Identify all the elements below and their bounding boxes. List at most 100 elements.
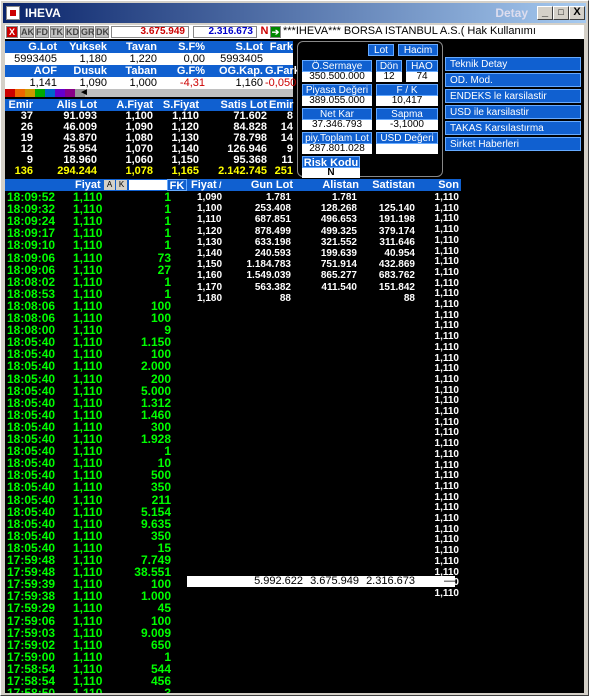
minimize-button[interactable]: _ <box>537 6 553 20</box>
volume-satistan: 683.762 <box>378 270 415 282</box>
toolbar-close-button[interactable]: X <box>6 26 18 38</box>
trade-lot: 211 <box>151 492 171 507</box>
trade-price: 1,110 <box>73 274 103 289</box>
son-cell: 1,110 <box>434 224 459 236</box>
trade-time: 18:05:40 <box>7 516 56 531</box>
trade-lot: 1.460 <box>140 407 171 422</box>
volume-price: 1,140 <box>197 248 223 259</box>
trades-filter-input[interactable] <box>129 180 167 190</box>
trade-time: 17:58:50 <box>7 687 55 693</box>
tab-ak[interactable]: AK <box>20 26 34 38</box>
trade-price: 1,110 <box>73 637 103 652</box>
volume-alistan: 321.552 <box>320 236 357 248</box>
trade-price: 1,110 <box>73 625 103 640</box>
trade-row: 17:59:02 1,110 650 <box>5 639 185 651</box>
trade-price: 1,110 <box>73 516 103 531</box>
title-bar[interactable]: IHEVA Detay _ □ X <box>3 3 586 23</box>
volume-price: 1,110 <box>197 214 222 226</box>
trade-price: 1,110 <box>73 238 103 253</box>
spread-bar-segment <box>25 89 35 97</box>
trade-time: 17:59:00 <box>7 649 56 664</box>
hacim-button[interactable]: Hacim <box>398 44 438 56</box>
trade-row: 18:05:40 1,110 2.000 <box>5 360 185 372</box>
menu-item[interactable]: OD. Mod. <box>445 73 581 87</box>
trade-lot: 9.009 <box>140 625 171 640</box>
usd-label[interactable]: USD Değeri <box>376 132 438 144</box>
depth-total-cell: 294.244 <box>57 165 97 177</box>
volume-header-cell[interactable]: Gun Lot <box>227 179 293 191</box>
son-cell: 1,110 <box>434 438 459 450</box>
trade-lot: 27 <box>157 262 171 277</box>
menu-item[interactable]: Teknik Detay <box>445 57 581 71</box>
volume-gun-lot: 1.184.783 <box>246 259 292 271</box>
piyasa-value: 389.055.000 <box>302 96 372 106</box>
son-cell: 1,110 <box>434 266 459 278</box>
spread-bar-segment <box>65 89 75 97</box>
lot-button[interactable]: Lot <box>368 44 394 56</box>
spread-bar-segment <box>5 89 15 97</box>
trade-row: 18:08:02 1,110 1 <box>5 276 185 288</box>
son-cell: 1,110 <box>434 555 459 567</box>
tab-kd[interactable]: KD <box>65 26 79 38</box>
maximize-button[interactable]: □ <box>553 6 569 20</box>
tab-fd[interactable]: FD <box>35 26 49 38</box>
trade-row: 18:05:40 1,110 5.000 <box>5 385 185 397</box>
toplam-value: 287.801.028 <box>302 144 372 154</box>
volume-price: 1,180 <box>197 292 223 304</box>
volume-row: 1,170 563.382 411.540 151.842 <box>187 282 419 293</box>
son-cell: 1,110 <box>434 587 459 599</box>
volume-price: 1,130 <box>197 236 223 248</box>
tab-gr[interactable]: GR <box>80 26 95 38</box>
trade-time: 18:05:40 <box>7 492 56 507</box>
volume-price: 1,150 <box>197 259 223 271</box>
trade-lot: 9.635 <box>140 516 171 531</box>
arrow-left-icon[interactable]: ◄ <box>79 87 89 98</box>
volume-row: 1,140 240.593 199.639 40.954 <box>187 248 419 259</box>
son-cell: 1,110 <box>434 545 459 557</box>
volume-alistan: 199.639 <box>320 248 357 259</box>
window-title: IHEVA <box>25 6 61 20</box>
son-cell: 1,110 <box>434 320 459 332</box>
trade-lot: 1.312 <box>140 395 171 410</box>
volume-price: 1,120 <box>197 225 223 237</box>
stats-header-cell: S.F% <box>178 41 205 53</box>
son-cell: 1,110 <box>434 480 459 492</box>
trade-row: 18:05:40 1,110 200 <box>5 373 185 385</box>
menu-item[interactable]: USD ile karsilastir <box>445 105 581 119</box>
volume-price: 1,100 <box>197 203 223 215</box>
close-button[interactable]: X <box>569 6 585 20</box>
volume-alistan: 1.781 <box>331 192 357 203</box>
menu-item[interactable]: ENDEKS le karsilastir <box>445 89 581 103</box>
trade-time: 17:59:29 <box>7 601 56 616</box>
volume-gun-lot: 563.382 <box>254 281 291 293</box>
menu-item[interactable]: Sirket Haberleri <box>445 137 581 151</box>
trade-time: 18:05:40 <box>7 407 56 422</box>
son-cell: 1,110 <box>434 470 459 482</box>
sort-a-button[interactable]: A <box>104 180 115 190</box>
volume-header-cell[interactable]: Alistan <box>293 179 359 191</box>
trade-lot: 1 <box>164 238 171 253</box>
volume-gun-lot: 1.781 <box>265 192 291 203</box>
menu-item[interactable]: TAKAS Karsılastırma <box>445 121 581 135</box>
sort-k-button[interactable]: K <box>116 180 127 190</box>
volume-header-cell[interactable]: Satistan <box>359 179 415 191</box>
tab-tk[interactable]: TK <box>50 26 64 38</box>
total-marker: — <box>444 575 455 587</box>
tab-dk[interactable]: DK <box>95 26 109 38</box>
netkar-value: 37.346.793 <box>302 120 372 130</box>
stats-values-cell: 1,180 <box>79 53 107 65</box>
stats-values-cell: 5993405 <box>220 53 263 65</box>
trade-time: 18:05:40 <box>7 528 56 543</box>
sapma-value: -3,1000 <box>376 120 438 130</box>
news-flag[interactable]: N <box>259 26 270 38</box>
volume-row: 1,180 88 88 <box>187 293 419 304</box>
stats-values-cell: 1,220 <box>129 53 157 65</box>
arrow-right-icon[interactable]: ➔ <box>270 26 281 38</box>
volume-header-cell[interactable]: Son <box>415 179 459 191</box>
trade-lot: 650 <box>150 637 171 652</box>
volume-gun-lot: 253.408 <box>254 203 291 215</box>
son-cell: 1,110 <box>434 448 459 460</box>
trade-row: 18:09:10 1,110 1 <box>5 239 185 251</box>
stats-values-cell: -4,31 <box>179 77 205 89</box>
son-cell: 1,110 <box>434 256 459 268</box>
